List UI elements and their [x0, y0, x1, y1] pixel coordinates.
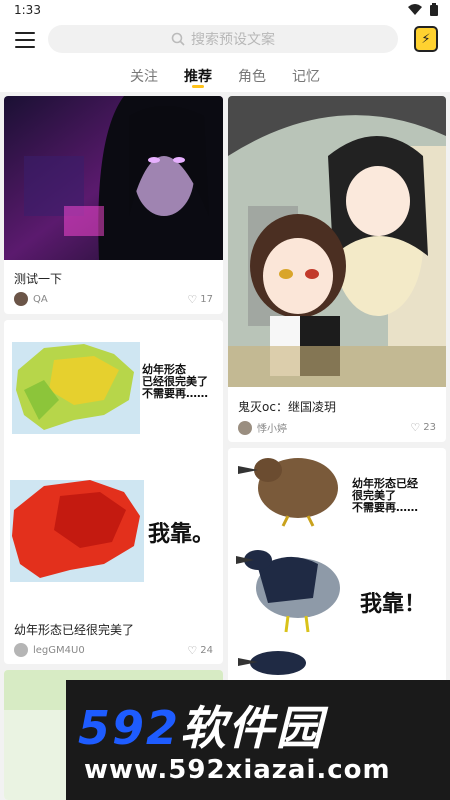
- tab-recommend[interactable]: 推荐: [171, 62, 225, 92]
- heart-icon: ♡: [187, 643, 198, 657]
- menu-line-icon: [15, 39, 35, 41]
- card-meta: QA ♡ 17: [14, 292, 213, 306]
- author-name: 悸小婷: [257, 424, 287, 435]
- tab-follow[interactable]: 关注: [117, 62, 171, 92]
- avatar: [238, 420, 252, 435]
- feed-card[interactable]: 幼年形态 已经很完美了 不需要再…… 我靠。 幼年形态已经很完美了 legGM4…: [4, 320, 223, 664]
- author-name: QA: [33, 293, 48, 305]
- menu-line-icon: [15, 32, 35, 34]
- tab-bar: 关注 推荐 角色 记忆: [0, 62, 450, 92]
- card-title: 鬼灭oc：继国凌玥: [238, 400, 336, 414]
- feed-card[interactable]: 测试一下 QA ♡ 17: [4, 96, 223, 314]
- search-icon: [171, 32, 185, 46]
- like-count[interactable]: ♡ 23: [410, 421, 436, 434]
- card-image-chibi-characters: [228, 96, 446, 387]
- search-input[interactable]: 搜索预设文案: [48, 25, 398, 53]
- meme-caption: 幼年形态已经 很完美了 不需要再……: [352, 477, 418, 514]
- tab-memory[interactable]: 记忆: [279, 62, 333, 92]
- feed-card[interactable]: 鬼灭oc：继国凌玥 悸小婷 ♡ 23: [228, 96, 446, 442]
- watermark-brand-text: 软件园: [180, 701, 325, 755]
- like-count[interactable]: ♡ 24: [187, 644, 213, 657]
- heart-icon: ♡: [410, 421, 421, 434]
- watermark-brand: 592软件园: [78, 692, 324, 758]
- avatar: [14, 292, 28, 306]
- watermark-overlay: 592软件园 www.592xiazai.com: [66, 680, 450, 800]
- search-placeholder: 搜索预设文案: [191, 32, 275, 48]
- status-time: 1:33: [14, 3, 41, 17]
- like-number: 23: [423, 422, 436, 433]
- top-header: 搜索预设文案 ⚡: [0, 20, 450, 62]
- watermark-url: www.592xiazai.com: [84, 755, 391, 785]
- like-count[interactable]: ♡ 17: [187, 293, 213, 306]
- lightning-app-icon[interactable]: ⚡: [414, 26, 438, 52]
- status-bar: 1:33: [0, 0, 450, 20]
- meme-caption: 幼年形态 已经很完美了 不需要再……: [142, 363, 208, 400]
- tab-character[interactable]: 角色: [225, 62, 279, 92]
- card-image-anime-girl: [4, 96, 223, 260]
- menu-line-icon: [15, 46, 35, 48]
- card-meta: legGM4U0 ♡ 24: [14, 643, 213, 657]
- status-icons: [408, 3, 438, 16]
- author-name: legGM4U0: [33, 644, 85, 656]
- card-title: 幼年形态已经很完美了: [14, 623, 135, 637]
- meme-exclamation: 我靠！: [360, 592, 427, 617]
- watermark-number: 592: [78, 701, 181, 755]
- wifi-icon: [408, 4, 422, 15]
- avatar: [14, 643, 28, 657]
- meme-exclamation: 我靠。: [148, 522, 215, 547]
- like-number: 17: [200, 293, 213, 305]
- card-title: 测试一下: [14, 272, 63, 286]
- battery-icon: [430, 3, 438, 16]
- menu-button[interactable]: [14, 29, 36, 51]
- heart-icon: ♡: [187, 292, 198, 306]
- card-meta: 悸小婷 ♡ 23: [238, 420, 436, 435]
- like-number: 24: [200, 644, 213, 656]
